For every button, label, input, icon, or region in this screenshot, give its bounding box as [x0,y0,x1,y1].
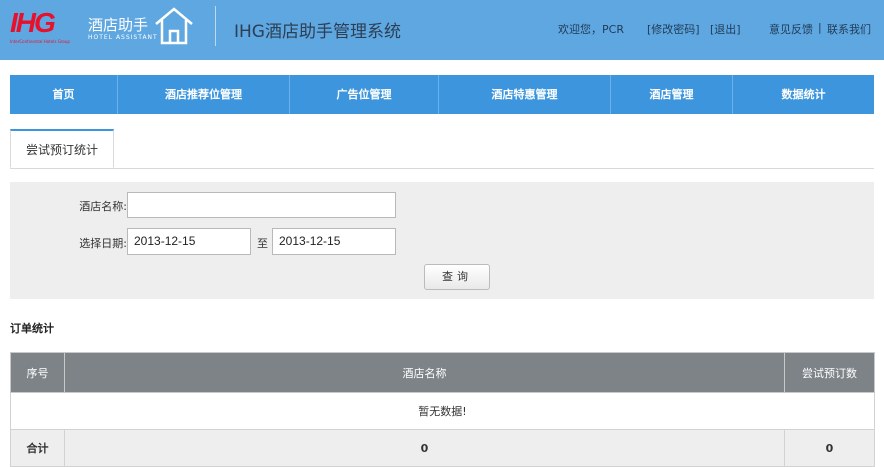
empty-message: 暂无数据! [10,392,875,430]
tab-booking-attempt-stats[interactable]: 尝试预订统计 [10,129,114,168]
nav-item-hotel-deals[interactable]: 酒店特惠管理 [439,75,611,114]
system-title: IHG酒店助手管理系统 [234,22,401,42]
tab-bar: 尝试预订统计 [10,129,874,169]
order-stats-title: 订单统计 [10,322,54,335]
ihg-logo: IHG InterContinental Hotels Group [10,7,72,45]
nav-item-ad-slots[interactable]: 广告位管理 [290,75,439,114]
total-hotel-value: 0 [64,429,785,467]
column-header-attempt-count: 尝试预订数 [784,352,875,393]
brand-name-cn: 酒店助手 [88,16,149,34]
table-header-row: 序号 酒店名称 尝试预订数 [10,352,875,393]
app-header: IHG InterContinental Hotels Group 酒店助手 H… [0,0,884,60]
nav-item-hotel-recommend[interactable]: 酒店推荐位管理 [118,75,290,114]
total-count-value: 0 [784,429,875,467]
empty-row: 暂无数据! [10,392,875,430]
date-to-input[interactable]: 2013-12-15 [272,228,396,255]
nav-item-hotel-management[interactable]: 酒店管理 [611,75,733,114]
house-icon [155,7,193,45]
welcome-text: 欢迎您，PCR [558,23,624,36]
logout-link[interactable]: [退出] [710,21,741,37]
header-divider [215,6,216,46]
hotel-name-input[interactable] [127,192,396,218]
ihg-logo-group-text: InterContinental Hotels Group [10,39,70,44]
nav-item-statistics[interactable]: 数据统计 [733,75,874,114]
total-label: 合计 [10,429,65,467]
order-stats-table: 序号 酒店名称 尝试预订数 暂无数据! 合计 0 0 [10,352,875,467]
date-from-input[interactable]: 2013-12-15 [127,228,251,255]
date-to-separator: 至 [257,237,268,250]
search-panel: 酒店名称: 选择日期: 2013-12-15 至 2013-12-15 查询 [10,182,874,299]
brand-name-en: HOTEL ASSISTANT [88,34,158,41]
total-row: 合计 0 0 [10,429,875,467]
nav-item-home[interactable]: 首页 [10,75,118,114]
change-password-link[interactable]: [修改密码] [647,21,700,37]
header-separator: | [818,21,822,34]
hotel-name-label: 酒店名称: [79,200,127,213]
query-button[interactable]: 查询 [424,264,490,290]
main-nav: 首页 酒店推荐位管理 广告位管理 酒店特惠管理 酒店管理 数据统计 [10,75,874,114]
contact-link[interactable]: 联系我们 [827,21,871,37]
column-header-hotel-name: 酒店名称 [64,352,785,393]
column-header-index: 序号 [10,352,65,393]
date-label: 选择日期: [79,237,127,250]
feedback-link[interactable]: 意见反馈 [769,21,813,37]
ihg-logo-letters: IHG [10,7,56,38]
